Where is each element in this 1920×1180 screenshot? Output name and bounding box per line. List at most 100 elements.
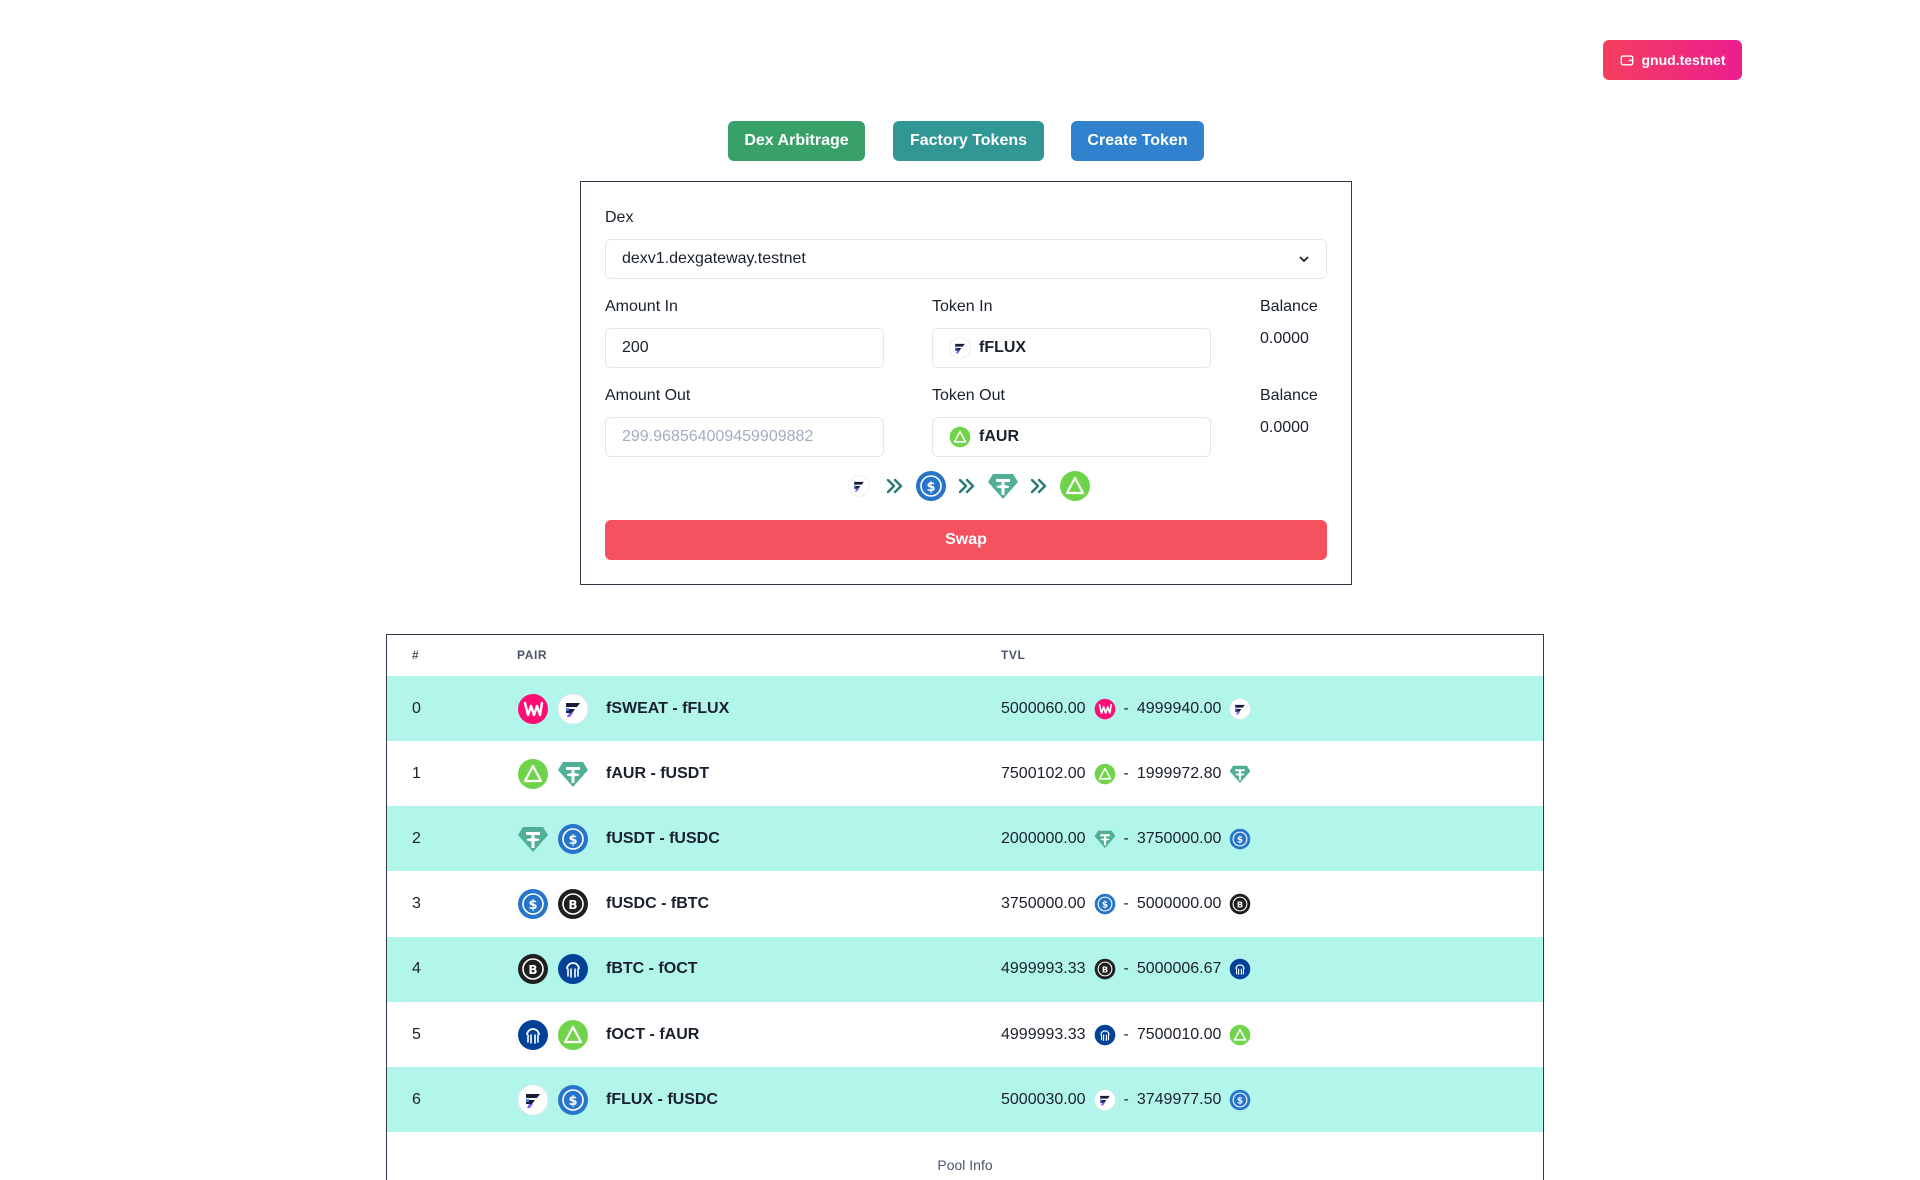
sweat-icon [1094,698,1116,720]
row-index: 6 [412,1090,421,1108]
table-caption: Pool Info [937,1157,993,1173]
tvl-a: 4999993.33 [1001,1025,1086,1043]
tvl-cell: 5000060.00 -4999940.00 [1001,697,1252,720]
dex-arbitrage-button[interactable]: Dex Arbitrage [728,121,865,161]
tvl-b: 1999972.80 [1136,764,1222,782]
header-tvl: TVL [1001,648,1026,662]
token-out-selector[interactable]: fAUR [932,417,1211,457]
pair-name: fFLUX - fUSDC [606,1090,718,1108]
oct-icon [1229,958,1251,980]
header-pair: PAIR [517,648,548,662]
pair-name: fUSDT - fUSDC [606,829,720,847]
pair-name: fOCT - fAUR [606,1025,700,1043]
balance-out-value: 0.0000 [1260,419,1309,436]
row-index: 1 [412,764,421,782]
svg-text:$: $ [568,833,577,848]
svg-text:$: $ [926,480,935,495]
usdc-icon: $ [557,1084,589,1116]
usdc-icon: $ [557,823,589,855]
usdc-icon: $ [1229,1089,1251,1111]
table-row[interactable]: 4 BfBTC - fOCT 4999993.33 B -5000006.67 [387,936,1543,1002]
svg-text:$: $ [568,1094,577,1109]
table-row[interactable]: 2 $ fUSDT - fUSDC 2000000.00 -3750000.00 $ [387,806,1543,872]
svg-text:B: B [1237,900,1243,910]
pair-icons [517,758,589,790]
usdc-icon: $ [1229,828,1251,850]
aurora-icon [517,758,549,790]
svg-text:$: $ [528,898,537,913]
usdt-icon [1229,763,1251,785]
amount-in-label: Amount In [605,298,678,315]
amount-in-input[interactable]: 200 [605,328,884,368]
table-row[interactable]: 6 $ fFLUX - fUSDC 5000030.00 -3749977.50 $ [387,1067,1543,1133]
tvl-b: 7500010.00 [1136,1025,1222,1043]
row-index: 5 [412,1025,421,1043]
wallet-label: gnud.testnet [1641,52,1726,68]
svg-text:B: B [528,963,537,977]
oct-icon [517,1019,549,1051]
tvl-cell: 3750000.00 $ -5000000.00 B [1001,893,1251,915]
row-index: 4 [412,960,421,978]
factory-tokens-button[interactable]: Factory Tokens [893,121,1044,161]
create-token-button[interactable]: Create Token [1071,121,1204,161]
usdc-icon: $ [517,888,549,920]
tvl-a: 5000030.00 [1001,1090,1086,1108]
svg-text:B: B [1101,965,1107,975]
tvl-separator: - [1123,960,1129,978]
token-in-label: Token In [932,298,993,315]
token-out-label: Token Out [932,387,1005,404]
header-index: # [412,648,420,662]
tvl-cell: 5000030.00 -3749977.50 $ [1001,1089,1251,1111]
double-chevron-right-icon [1025,476,1053,496]
btc-icon: B [1094,958,1116,980]
usdc-icon: $ [1094,893,1116,915]
tvl-b: 5000006.67 [1136,960,1222,978]
svg-text:$: $ [1237,1096,1243,1106]
balance-out-label: Balance [1260,387,1318,404]
tvl-a: 4999993.33 [1001,960,1086,978]
pair-icons: $ [517,1084,589,1116]
pool-table: # PAIR TVL 0 fSWEAT - fFLUX 5000060.00-499… [386,634,1544,1180]
top-nav: Dex Arbitrage Factory Tokens Create Toke… [0,121,1920,161]
balance-in-label: Balance [1260,298,1318,315]
tvl-cell: 4999993.33 B -5000006.67 [1001,958,1251,980]
tvl-b: 5000000.00 [1136,895,1222,913]
tvl-a: 7500102.00 [1001,764,1086,782]
pair-name: fSWEAT - fFLUX [606,699,730,717]
svg-text:$: $ [1237,835,1243,845]
pair-icons: B [517,953,589,985]
aurora-icon [949,426,971,448]
pair-icons: $ B [517,888,589,920]
token-out-value: fAUR [979,428,1019,445]
aurora-icon [1094,763,1116,785]
token-in-value: fFLUX [979,339,1027,356]
token-in-selector[interactable]: fFLUX [932,328,1211,368]
aurora-icon [557,1019,589,1051]
sweat-icon [517,693,549,725]
table-row[interactable]: 5 fOCT - fAUR 4999993.33 -7500010.00 [387,1002,1543,1067]
amount-in-value: 200 [622,339,649,356]
swap-button[interactable]: Swap [605,520,1327,560]
dex-select[interactable]: dexv1.dexgateway.testnet [605,239,1327,279]
pair-icons [517,1019,589,1051]
wallet-button[interactable]: gnud.testnet [1603,40,1742,80]
flux-icon [949,337,971,359]
amount-out-input[interactable]: 299.968564009459909882 [605,417,884,457]
double-chevron-right-icon [953,476,981,496]
table-row[interactable]: 1 fAUR - fUSDT 7500102.00 -1999972.80 [387,741,1543,806]
tvl-cell: 4999993.33 -7500010.00 [1001,1024,1251,1046]
pair-icons: $ [517,823,589,855]
table-row[interactable]: 0 fSWEAT - fFLUX 5000060.00 -4999940.00 [387,676,1543,741]
table-row[interactable]: 3 $ BfUSDC - fBTC 3750000.00 $ -5000000.00 B [387,872,1543,937]
swap-route: $ [581,468,1353,504]
flux-icon [843,470,875,502]
usdt-icon [517,823,549,855]
tvl-a: 5000060.00 [1001,699,1086,717]
tvl-a: 3750000.00 [1001,895,1086,913]
pair-icons [517,693,589,725]
flux-icon [1093,1089,1116,1111]
oct-icon [1094,1024,1116,1046]
pair-name: fAUR - fUSDT [606,764,710,782]
flux-icon [1229,697,1252,720]
amount-out-label: Amount Out [605,387,691,404]
